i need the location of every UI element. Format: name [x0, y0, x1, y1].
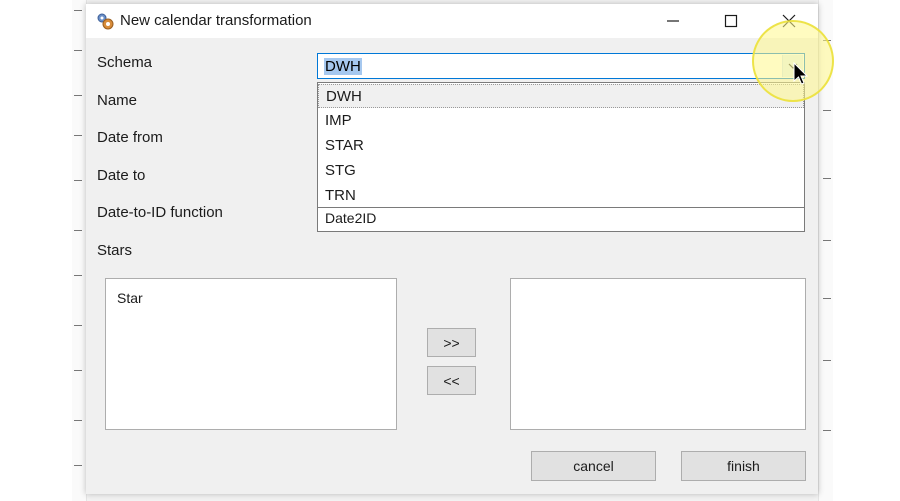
date-to-label: Date to	[97, 167, 146, 184]
date-to-id-select[interactable]: Date2ID	[317, 204, 805, 232]
schema-label: Schema	[97, 54, 153, 71]
stars-label: Stars	[97, 242, 133, 259]
add-star-button[interactable]: >>	[427, 328, 476, 357]
schema-option-trn[interactable]: TRN	[318, 184, 804, 208]
date-from-label: Date from	[97, 129, 163, 146]
finish-button[interactable]: finish	[681, 451, 806, 481]
schema-option-star[interactable]: STAR	[318, 134, 804, 158]
background-left-ruler	[72, 0, 87, 501]
available-stars-list[interactable]: Star	[105, 278, 397, 430]
schema-combobox[interactable]: DWH	[317, 53, 805, 79]
list-item[interactable]: Star	[117, 290, 143, 306]
cursor-highlight	[752, 20, 834, 102]
schema-option-imp[interactable]: IMP	[318, 109, 804, 133]
remove-star-button[interactable]: <<	[427, 366, 476, 395]
title-bar[interactable]: New calendar transformation	[86, 4, 818, 38]
new-calendar-transformation-dialog: New calendar transformation Schema Name …	[86, 4, 818, 494]
mouse-cursor-icon	[793, 62, 809, 85]
date-to-id-value: Date2ID	[325, 210, 377, 226]
screen: New calendar transformation Schema Name …	[0, 0, 900, 501]
minimize-icon	[667, 20, 679, 22]
minimize-button[interactable]	[650, 4, 696, 38]
maximize-button[interactable]	[708, 4, 754, 38]
app-gears-icon	[97, 13, 114, 30]
schema-value: DWH	[324, 58, 362, 75]
maximize-icon	[724, 14, 738, 28]
selected-stars-list[interactable]	[510, 278, 806, 430]
cancel-button[interactable]: cancel	[531, 451, 656, 481]
dialog-title: New calendar transformation	[120, 12, 312, 29]
schema-option-stg[interactable]: STG	[318, 159, 804, 183]
schema-dropdown-list: DWH IMP STAR STG TRN	[317, 82, 805, 208]
schema-option-dwh[interactable]: DWH	[318, 84, 804, 108]
name-label: Name	[97, 92, 138, 109]
date-to-id-label: Date-to-ID function	[97, 204, 223, 221]
